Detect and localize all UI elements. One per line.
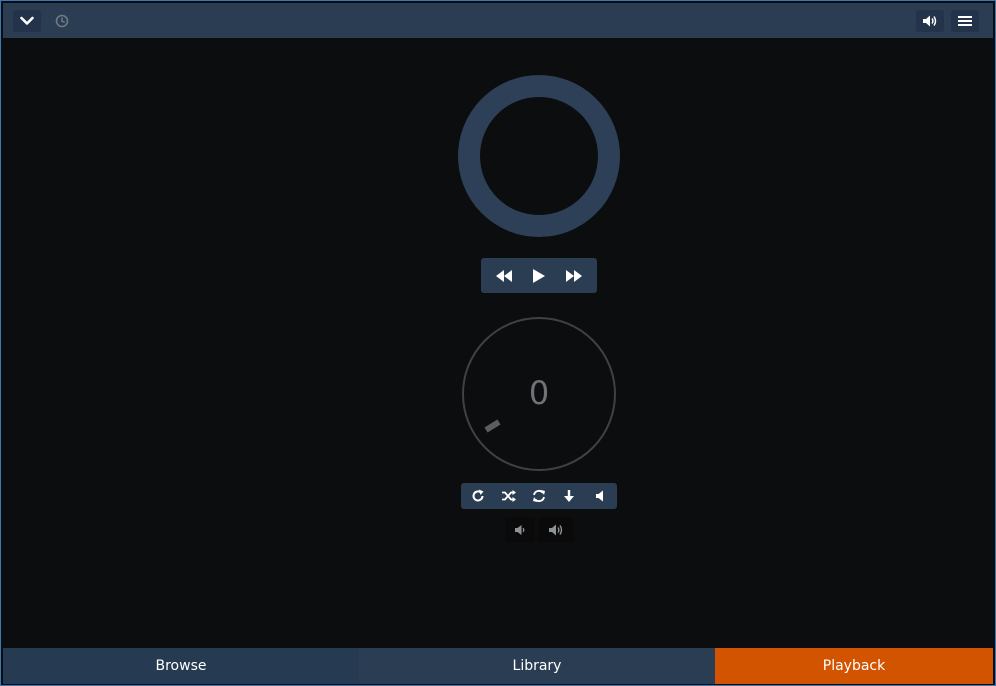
top-toolbar [3,3,993,38]
volume-popup-button[interactable] [916,10,944,32]
collapse-button[interactable] [13,10,41,32]
tab-playback[interactable]: Playback [715,648,993,684]
fast-forward-icon [565,269,582,282]
transport-controls [481,258,597,293]
repeat-button[interactable] [464,484,492,508]
bottom-tab-bar: Browse Library Playback [3,648,993,684]
next-button[interactable] [559,261,589,291]
single-button[interactable] [555,484,583,508]
mute-button[interactable] [586,484,614,508]
volume-down-button[interactable] [505,517,535,543]
play-button[interactable] [524,261,554,291]
play-icon [532,268,545,283]
volume-off-icon [595,490,603,502]
chevron-down-icon [20,16,34,25]
tab-library[interactable]: Library [359,648,715,684]
rewind-icon [496,269,513,282]
volume-up-button[interactable] [538,517,574,543]
volume-up-icon [923,15,937,27]
sleep-timer-button[interactable] [51,10,73,32]
clock-icon [55,14,69,28]
consume-button[interactable] [525,484,553,508]
refresh-icon [532,489,545,503]
tab-browse[interactable]: Browse [3,648,359,684]
main-menu-button[interactable] [951,10,979,32]
album-art-placeholder [458,75,620,237]
hamburger-menu-icon [958,16,972,26]
volume-down-icon [515,525,525,535]
knob-value: 0 [528,374,550,412]
volume-up-icon [549,524,563,536]
arrow-down-icon [564,490,575,502]
repeat-icon [472,489,484,502]
knob-indicator [484,419,501,433]
shuffle-icon [501,490,516,502]
playback-options [461,483,617,509]
previous-button[interactable] [489,261,519,291]
app-window: 0 Browse Library Playback [0,0,996,686]
shuffle-button[interactable] [495,484,523,508]
